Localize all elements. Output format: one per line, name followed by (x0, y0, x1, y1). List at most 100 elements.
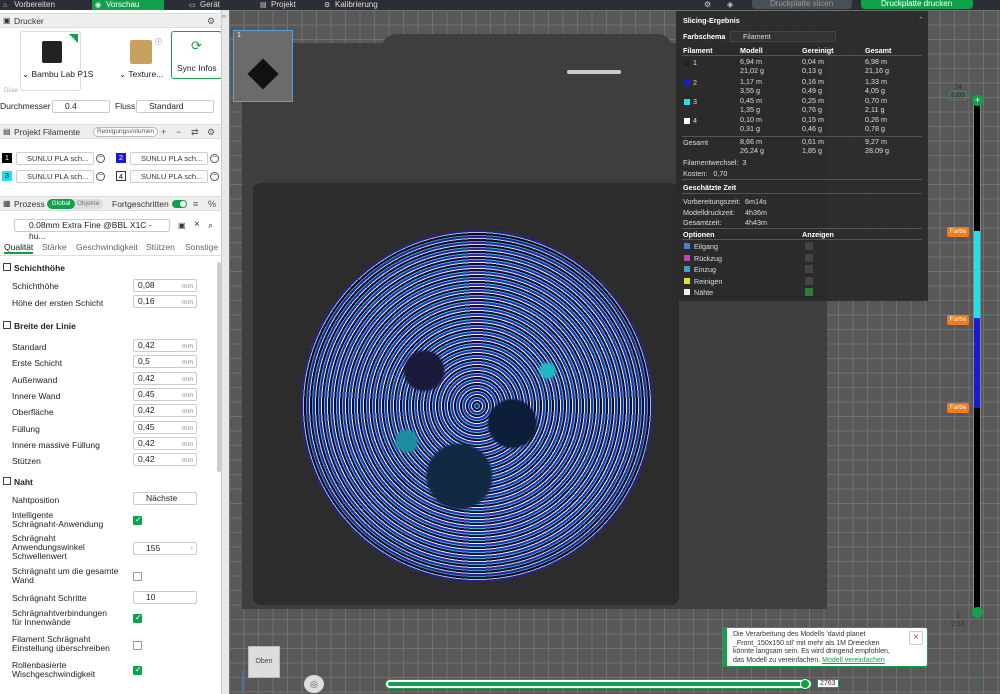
option-show-checkbox[interactable] (805, 288, 813, 296)
notification-line: das Modell zu vereinfachen. (733, 656, 821, 664)
remove-filament-icon[interactable]: − (210, 154, 219, 163)
seam-position-select[interactable]: Nächste (133, 492, 197, 505)
printer-settings-icon[interactable]: ⚙ (207, 14, 215, 28)
filament-color-swatch (684, 118, 690, 124)
total-label: Gesamt (683, 138, 709, 147)
printer-name[interactable]: ⌄ Bambu Lab P1S (22, 69, 93, 80)
remove-filament-icon[interactable]: − (96, 154, 105, 163)
color-scheme-select[interactable]: Filament (730, 31, 836, 42)
option-show-checkbox[interactable] (805, 276, 813, 285)
save-icon[interactable]: ▣ (178, 221, 186, 230)
prep-time-label: Vorbereitungszeit: (683, 197, 741, 206)
color-change-marker[interactable]: Farbe (947, 315, 969, 325)
smart-scarf-checkbox[interactable] (133, 515, 142, 525)
advanced-switch[interactable] (172, 200, 187, 208)
add-icon[interactable]: + (161, 125, 166, 139)
filament-slot-4[interactable]: 4 SUNLU PLA sch... − (116, 170, 221, 183)
search-icon[interactable]: ⌕ (208, 220, 213, 231)
first-layer-height-input[interactable]: 0,16 mm (133, 295, 197, 308)
process-preset-select[interactable]: 0.08mm Extra Fine @BBL X1C - hu... (14, 219, 170, 241)
option-show-checkbox[interactable] (805, 265, 813, 273)
seam-position-label: Nahtposition (12, 495, 60, 505)
global-objects-toggle[interactable]: Global Objekte (47, 199, 103, 209)
color-change-marker[interactable]: Farbe (947, 227, 969, 237)
line-width-input[interactable]: 0,42 mm (133, 404, 197, 417)
remove-filament-icon[interactable]: − (210, 172, 219, 181)
sync-info-button[interactable]: ⟳ Sync Infos (171, 31, 221, 79)
list-icon[interactable]: ≡ (193, 197, 198, 211)
remove-icon[interactable]: − (176, 125, 181, 139)
toggle-objects[interactable]: Objekte (77, 199, 99, 209)
plate-type[interactable]: ⌄ Texture... (119, 69, 163, 80)
slice-plate-button[interactable]: Druckplatte slicen (752, 0, 852, 9)
line-width-input[interactable]: 0,42 mm (133, 453, 197, 466)
line-width-input[interactable]: 0,45 mm (133, 421, 197, 434)
print-plate-button[interactable]: Druckplatte drucken (861, 0, 973, 9)
layer-bottom-handle[interactable] (972, 607, 983, 618)
remove-filament-icon[interactable]: − (96, 172, 105, 181)
option-show-checkbox[interactable] (805, 242, 813, 250)
layer-height-input[interactable]: 0,08 mm (133, 279, 197, 292)
tab-geschwindigkeit[interactable]: Geschwindigkeit (76, 242, 138, 252)
tab-kalibrierung[interactable]: ⚙ Kalibrierung (321, 0, 401, 10)
tab-projekt[interactable]: ▤ Projekt (257, 0, 317, 10)
percent-icon[interactable]: % (208, 197, 216, 211)
simplify-model-link[interactable]: Modell vereinfachen (822, 657, 885, 664)
diameter-select[interactable]: 0.4 (52, 100, 110, 113)
printer-card[interactable] (20, 31, 81, 91)
sidebar-splitter[interactable]: ‹› (222, 10, 229, 694)
close-icon[interactable]: × (194, 219, 200, 230)
scarf-angle-input[interactable]: 155 ° (133, 542, 197, 555)
scarf-inner-walls-checkbox[interactable] (133, 613, 142, 623)
filament-name[interactable]: SUNLU PLA sch... (130, 170, 208, 183)
tab-qualitaet[interactable]: Qualität (4, 242, 34, 254)
collapse-panel-icon[interactable]: ⌃ (918, 15, 924, 24)
line-width-input[interactable]: 0,5 mm (133, 355, 197, 368)
layer-height-group: Schichthöhe (3, 263, 65, 273)
tab-sonstige[interactable]: Sonstige (185, 242, 218, 252)
toggle-global[interactable]: Global (47, 199, 75, 209)
collapse-icon[interactable]: ‹› (222, 14, 226, 20)
model-preview-planet[interactable] (301, 230, 653, 582)
layer-top-handle[interactable]: + (972, 95, 983, 106)
line-width-input[interactable]: 0,42 mm (133, 372, 197, 385)
tab-vorschau[interactable]: ◉ Vorschau (92, 0, 164, 10)
tab-staerke[interactable]: Stärke (42, 242, 67, 252)
filament-name[interactable]: SUNLU PLA sch... (16, 152, 94, 165)
roll-wipe-checkbox[interactable] (133, 665, 142, 675)
tab-geraet[interactable]: ▭ Gerät (186, 0, 246, 10)
line-width-label: Standard (12, 342, 47, 352)
line-width-input[interactable]: 0,45 mm (133, 388, 197, 401)
line-width-input[interactable]: 0,42 mm (133, 437, 197, 450)
line-width-input[interactable]: 0,42 mm (133, 339, 197, 352)
filament-settings-icon[interactable]: ⚙ (207, 125, 215, 139)
scarf-steps-input[interactable]: 10 (133, 591, 197, 604)
flow-select[interactable]: Standard (136, 100, 214, 113)
filament-slot-2[interactable]: 2 SUNLU PLA sch... − (116, 152, 221, 165)
color-change-marker[interactable]: Farbe (947, 403, 969, 413)
option-color-swatch (684, 266, 690, 272)
scarf-override-checkbox[interactable] (133, 641, 142, 650)
layers-stack-icon[interactable]: ≋ (972, 677, 980, 688)
tab-stuetzen[interactable]: Stützen (146, 242, 175, 252)
camera-icon[interactable]: ◎ (304, 675, 324, 693)
filament-name[interactable]: SUNLU PLA sch... (130, 152, 208, 165)
publish-icon[interactable]: ◈ (727, 0, 733, 9)
close-notification-icon[interactable]: × (909, 631, 923, 645)
sync-filament-icon[interactable]: ⇄ (191, 125, 199, 139)
plate-card[interactable]: ⓘ (107, 31, 167, 91)
filament-name[interactable]: SUNLU PLA sch... (16, 170, 94, 183)
scarf-whole-wall-checkbox[interactable] (133, 572, 142, 581)
plate-index: 1 (237, 32, 241, 39)
filament-slot-3[interactable]: 3 SUNLU PLA sch... − (2, 170, 108, 183)
filament-slot-1[interactable]: 1 SUNLU PLA sch... − (2, 152, 108, 165)
purge-volume-button[interactable]: Reinigungsvolumen (93, 127, 159, 137)
settings-icon[interactable]: ⚙ (704, 0, 711, 9)
tab-vorbereiten[interactable]: ⌂ Vorbereiten (0, 0, 92, 10)
layer-slider[interactable] (973, 100, 981, 615)
option-show-checkbox[interactable] (805, 253, 813, 262)
move-slider-handle[interactable] (800, 679, 810, 689)
sidebar-scrollbar[interactable] (217, 262, 221, 472)
plate-thumbnail-1[interactable]: 1 (233, 30, 293, 102)
gcode-move-slider[interactable] (385, 679, 812, 689)
